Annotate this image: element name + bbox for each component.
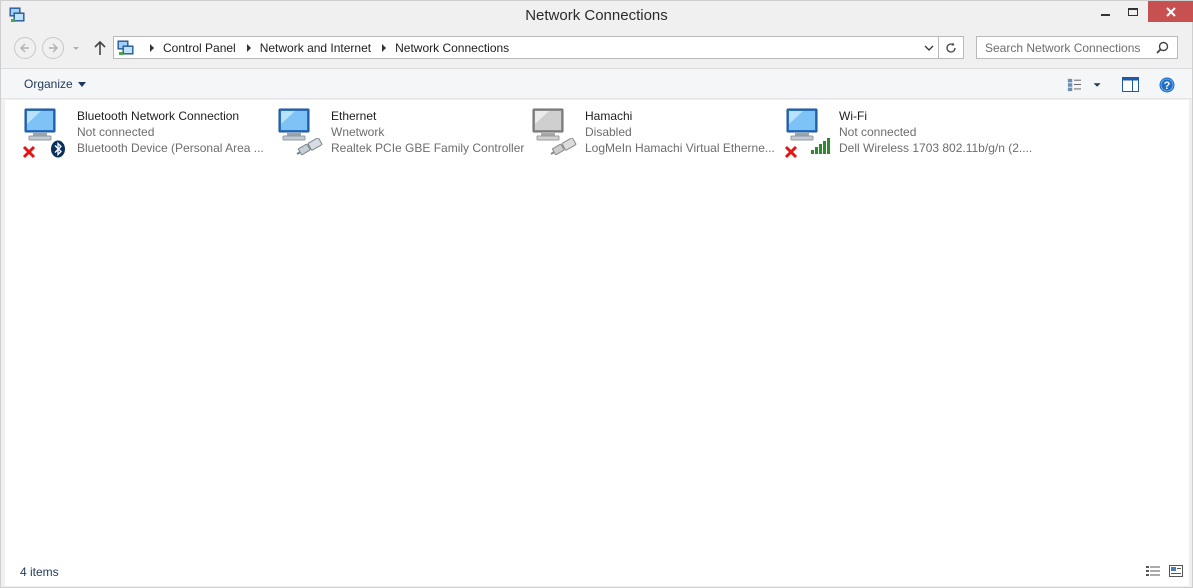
details-view-icon[interactable] [1146,565,1160,577]
organize-label: Organize [24,77,73,91]
chevron-down-icon [1093,83,1101,87]
refresh-button[interactable] [939,36,964,59]
chevron-down-icon [924,45,934,51]
connection-item-wifi[interactable]: Wi-Fi Not connected Dell Wireless 1703 8… [783,106,1037,159]
window-title: Network Connections [525,7,668,24]
red-x-icon [22,145,36,159]
minimize-button[interactable] [1091,1,1119,22]
search-box[interactable] [976,36,1178,59]
bluetooth-icon [51,140,65,158]
connection-item-ethernet[interactable]: Ethernet Wnetwork Realtek PCIe GBE Famil… [275,106,529,158]
preview-pane-icon[interactable] [1122,77,1139,92]
help-icon[interactable]: ? [1159,77,1175,93]
connection-device: Dell Wireless 1703 802.11b/g/n (2.... [839,141,1033,155]
status-bar: 4 items [5,556,1189,586]
navigation-bar: Control Panel Network and Internet Netwo… [1,31,1192,65]
up-arrow-icon[interactable] [92,39,108,57]
view-options-icon [1067,78,1081,92]
connection-item-bluetooth[interactable]: Bluetooth Network Connection Not connect… [21,106,275,159]
ethernet-cable-icon [550,138,577,156]
connection-status: Not connected [77,125,155,139]
breadcrumb-network-and-internet[interactable]: Network and Internet [260,41,371,55]
arrow-right-icon [49,43,58,53]
connection-status: Wnetwork [331,125,385,139]
back-button[interactable] [14,37,36,59]
connection-status: Disabled [585,125,632,139]
connection-device: Realtek PCIe GBE Family Controller [331,141,525,155]
connection-name: Bluetooth Network Connection [77,109,240,123]
command-bar: Organize ? [1,68,1192,99]
refresh-icon [946,42,956,53]
network-adapter-icon [275,106,327,158]
network-adapter-icon [783,106,835,159]
connections-list: Bluetooth Network Connection Not connect… [5,100,1189,556]
forward-button[interactable] [42,37,64,59]
network-adapter-disabled-icon [529,106,581,158]
close-icon [1165,6,1176,17]
chevron-right-icon[interactable] [378,42,390,54]
network-connections-icon [117,40,134,55]
ethernet-cable-icon [296,138,323,156]
connection-device: LogMeIn Hamachi Virtual Etherne... [585,141,775,155]
chevron-right-icon[interactable] [243,42,255,54]
connection-status: Not connected [839,125,917,139]
item-count: 4 items [20,565,59,579]
breadcrumb-network-connections[interactable]: Network Connections [395,41,509,55]
connection-name: Hamachi [585,109,633,123]
wifi-signal-icon [811,138,830,154]
change-view-button[interactable] [1067,77,1103,93]
title-bar: Network Connections [1,1,1193,31]
close-button[interactable] [1148,1,1193,22]
network-adapter-icon [21,106,73,159]
chevron-right-icon[interactable] [146,42,158,54]
connection-name: Wi-Fi [839,109,867,123]
breadcrumb-control-panel[interactable]: Control Panel [163,41,236,55]
minimize-icon [1100,13,1110,16]
address-history-button[interactable] [922,41,936,55]
svg-text:?: ? [1164,80,1171,92]
maximize-icon [1128,7,1138,16]
address-bar[interactable]: Control Panel Network and Internet Netwo… [113,36,939,59]
search-input[interactable] [977,37,1153,58]
connection-device: Bluetooth Device (Personal Area ... [77,141,264,155]
recent-locations-chevron-icon[interactable] [71,43,81,53]
connection-item-hamachi[interactable]: Hamachi Disabled LogMeIn Hamachi Virtual… [529,106,783,158]
maximize-button[interactable] [1119,1,1147,22]
organize-button[interactable]: Organize [24,77,86,91]
chevron-down-icon [77,81,86,87]
tiles-view-icon[interactable] [1169,565,1183,577]
arrow-left-icon [20,43,29,53]
red-x-icon [784,145,798,159]
explorer-window: Network Connections Control Panel Networ… [0,0,1193,588]
search-icon[interactable] [1156,41,1169,54]
connection-name: Ethernet [331,109,377,123]
